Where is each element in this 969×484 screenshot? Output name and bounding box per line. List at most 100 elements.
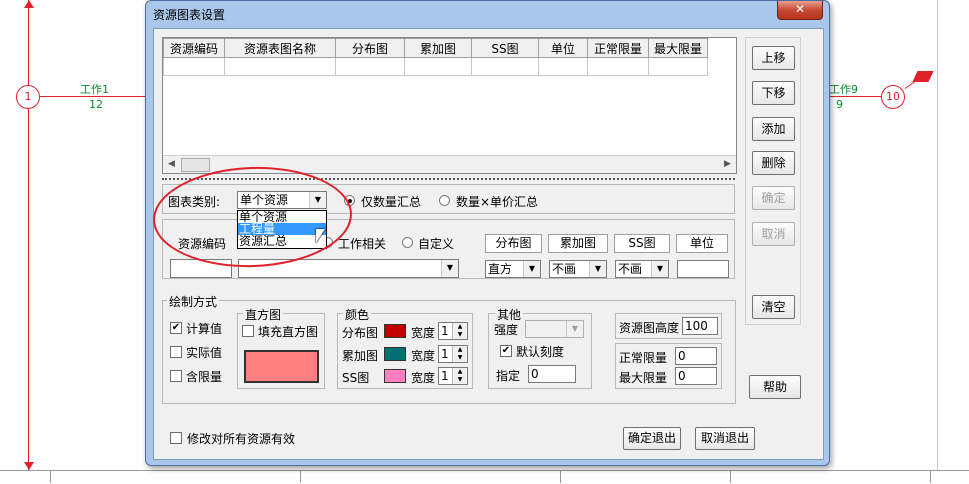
calc-value-label[interactable]: 计算值 <box>186 320 222 337</box>
col-header-normal-limit[interactable]: 正常限量 <box>587 38 649 58</box>
apply-all-label[interactable]: 修改对所有资源有效 <box>187 430 295 447</box>
col-header-ss[interactable]: SS图 <box>471 38 539 58</box>
accum-chart-color-label: 累加图 <box>342 349 379 363</box>
work-9-name: 工作9 <box>829 83 858 96</box>
col-header-unit[interactable]: 单位 <box>538 38 588 58</box>
col-header-max-limit[interactable]: 最大限量 <box>648 38 708 58</box>
radio-custom-label[interactable]: 自定义 <box>418 235 454 252</box>
time-scale-tick <box>560 470 561 483</box>
dist-chart-color-label: 分布图 <box>342 326 379 340</box>
table-row[interactable] <box>163 57 708 76</box>
scroll-left-icon[interactable]: ◀ <box>163 156 180 173</box>
ss-header: SS图 <box>614 234 670 253</box>
accum-header: 累加图 <box>548 234 608 253</box>
close-icon: ✕ <box>794 2 806 16</box>
accum-color-swatch[interactable] <box>384 347 406 361</box>
max-limit-value: 0 <box>678 369 686 383</box>
dist-width-value: 1 <box>441 324 449 338</box>
radio-qty-only-label[interactable]: 仅数量汇总 <box>361 193 421 210</box>
stepper-arrows-icon[interactable]: ▲ ▼ <box>452 368 467 384</box>
stepper-arrows-icon[interactable]: ▲ ▼ <box>452 346 467 362</box>
default-scale-checkbox[interactable]: ✔ <box>500 345 512 357</box>
chart-height-label: 资源图高度 <box>619 321 680 335</box>
close-button[interactable]: ✕ <box>777 1 823 20</box>
dist-select-value: 直方 <box>488 262 513 276</box>
node-10[interactable]: 10 <box>881 85 905 109</box>
dist-width-label: 宽度 <box>411 326 436 340</box>
accum-width-value: 1 <box>441 347 449 361</box>
radio-custom[interactable] <box>402 237 413 248</box>
include-limit-label[interactable]: 含限量 <box>186 368 222 385</box>
ok-exit-button[interactable]: 确定退出 <box>623 427 681 450</box>
histogram-color-swatch[interactable] <box>244 350 319 383</box>
dist-select[interactable]: 直方 ▼ <box>485 260 541 278</box>
strength-select[interactable]: ▼ <box>525 320 584 338</box>
specify-input-value: 0 <box>531 367 539 381</box>
fill-histogram-checkbox[interactable] <box>242 325 254 337</box>
chevron-down-icon[interactable]: ▼ <box>566 321 583 337</box>
time-scale-tick <box>300 470 301 483</box>
dist-color-swatch[interactable] <box>384 324 406 338</box>
ss-chart-color-label: SS图 <box>342 371 370 385</box>
right-axis-line <box>937 0 938 470</box>
max-limit-label: 最大限量 <box>619 371 668 385</box>
color-title: 颜色 <box>343 306 372 323</box>
col-header-accumulation[interactable]: 累加图 <box>404 38 472 58</box>
radio-qty-price[interactable] <box>439 195 450 206</box>
axis-arrow-down-icon <box>24 462 34 470</box>
chevron-down-icon[interactable]: ▼ <box>441 260 458 277</box>
scrollbar-thumb[interactable] <box>181 158 210 172</box>
chevron-down-icon[interactable]: ▼ <box>651 261 668 277</box>
col-header-chart-name[interactable]: 资源表图名称 <box>224 38 336 58</box>
node-10-label: 10 <box>886 90 900 103</box>
node-1-label: 1 <box>24 90 32 103</box>
work-1-name: 工作1 <box>80 83 109 96</box>
normal-limit-value: 0 <box>678 349 686 363</box>
unit-input[interactable] <box>677 260 729 278</box>
time-scale-tick <box>730 470 731 483</box>
stepper-arrows-icon[interactable]: ▲ ▼ <box>452 323 467 339</box>
radio-work-related-label[interactable]: 工作相关 <box>338 235 386 252</box>
time-scale-tick <box>50 470 51 483</box>
axis-arrow-up-icon <box>24 0 34 8</box>
col-header-distribution[interactable]: 分布图 <box>335 38 405 58</box>
accum-width-stepper[interactable]: 1 ▲ ▼ <box>438 345 468 363</box>
ss-select-value: 不画 <box>618 262 643 276</box>
ss-select[interactable]: 不画 ▼ <box>615 260 669 278</box>
chart-height-input[interactable]: 100 <box>682 317 718 335</box>
resource-chart-table[interactable]: 资源编码 资源表图名称 分布图 累加图 SS图 单位 正常限量 最大限量 ◀ ▶ <box>162 37 737 174</box>
accum-select[interactable]: 不画 ▼ <box>549 260 607 278</box>
specify-input[interactable]: 0 <box>528 365 576 383</box>
accum-width-label: 宽度 <box>411 349 436 363</box>
help-button[interactable]: 帮助 <box>749 375 801 399</box>
ss-color-swatch[interactable] <box>384 369 406 383</box>
normal-limit-input[interactable]: 0 <box>675 347 717 365</box>
calc-value-checkbox[interactable]: ✔ <box>170 322 182 334</box>
max-limit-input[interactable]: 0 <box>675 367 717 385</box>
chevron-down-icon[interactable]: ▼ <box>523 261 540 277</box>
include-limit-checkbox[interactable] <box>170 370 182 382</box>
node-10-connector <box>904 81 916 89</box>
actual-value-checkbox[interactable] <box>170 346 182 358</box>
normal-limit-label: 正常限量 <box>619 351 668 365</box>
time-scale-tick <box>930 470 931 483</box>
actual-value-label[interactable]: 实际值 <box>186 344 222 361</box>
scroll-right-icon[interactable]: ▶ <box>719 156 736 173</box>
work-1-duration: 12 <box>89 98 103 111</box>
radio-qty-price-label[interactable]: 数量×单价汇总 <box>456 193 538 210</box>
node-1[interactable]: 1 <box>16 85 40 109</box>
default-scale-label[interactable]: 默认刻度 <box>516 343 564 360</box>
timeline-axis-line <box>28 0 29 470</box>
chart-height-value: 100 <box>685 319 708 333</box>
ss-width-stepper[interactable]: 1 ▲ ▼ <box>438 367 468 385</box>
ss-width-label: 宽度 <box>411 371 436 385</box>
dialog-title: 资源图表设置 <box>153 8 226 22</box>
cancel-exit-button[interactable]: 取消退出 <box>695 427 755 450</box>
draw-method-title: 绘制方式 <box>167 293 220 310</box>
apply-all-checkbox[interactable] <box>170 432 182 444</box>
fill-histogram-label[interactable]: 填充直方图 <box>258 323 318 340</box>
table-header-row: 资源编码 资源表图名称 分布图 累加图 SS图 单位 正常限量 最大限量 <box>163 38 708 58</box>
col-header-resource-code[interactable]: 资源编码 <box>163 38 225 58</box>
dist-width-stepper[interactable]: 1 ▲ ▼ <box>438 322 468 340</box>
chevron-down-icon[interactable]: ▼ <box>589 261 606 277</box>
